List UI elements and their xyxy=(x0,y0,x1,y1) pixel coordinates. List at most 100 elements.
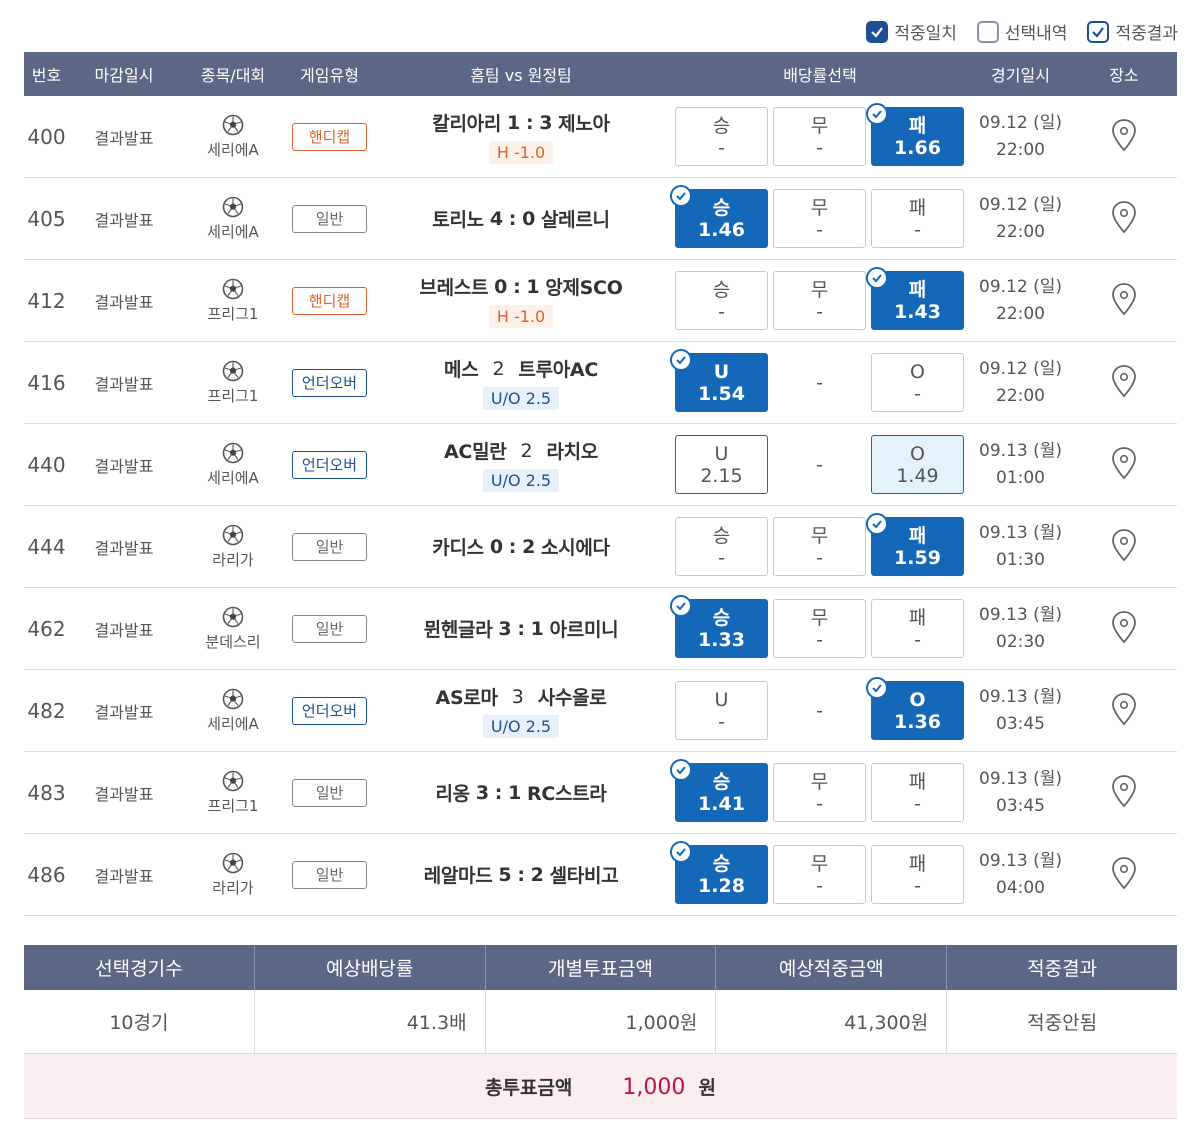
place-cell xyxy=(1071,364,1177,402)
type-cell: 일반 xyxy=(287,778,372,807)
odds-label: 패 xyxy=(908,606,927,629)
odds-button[interactable]: 패 1.59 xyxy=(866,513,964,576)
location-pin-icon[interactable] xyxy=(1111,364,1137,402)
home-score: 3 xyxy=(498,617,512,640)
away-score: 2 xyxy=(530,863,544,886)
odds-button[interactable]: 승 1.41 xyxy=(670,759,768,822)
odds-button[interactable]: 패- xyxy=(871,599,964,658)
legend-selection[interactable]: 선택내역 xyxy=(976,19,1067,44)
total-value: 1,000 xyxy=(622,1074,686,1100)
odds-value: 1.54 xyxy=(698,382,745,405)
odds-button[interactable]: O- xyxy=(871,353,964,412)
location-pin-icon[interactable] xyxy=(1111,856,1137,894)
location-pin-icon[interactable] xyxy=(1111,282,1137,320)
odds-button[interactable]: 승 1.46 xyxy=(670,185,768,248)
soccer-ball-icon xyxy=(222,688,244,710)
odds-value: - xyxy=(914,628,921,651)
location-pin-icon[interactable] xyxy=(1111,692,1137,730)
table-row: 412 결과발표 프리그1 핸디캡 브레스트 0:1 앙제SCO H -1.0 승 - 무 - 패 1.4… xyxy=(24,260,1177,342)
location-pin-icon[interactable] xyxy=(1111,446,1137,484)
odds-button[interactable]: 무- xyxy=(773,845,866,904)
odds-value: 1.43 xyxy=(894,300,941,323)
location-pin-icon[interactable] xyxy=(1111,774,1137,812)
type-cell: 언더오버 xyxy=(287,696,372,725)
location-pin-icon[interactable] xyxy=(1111,200,1137,238)
home-team: 메스 xyxy=(444,359,479,381)
game-type-badge: 언더오버 xyxy=(292,696,367,725)
match-line: 칼리아리 1:3 제노아 xyxy=(432,109,610,136)
checkbox-outline-icon[interactable] xyxy=(1087,20,1110,43)
odds-button[interactable]: 승 1.33 xyxy=(670,595,768,658)
odds-button[interactable]: 패- xyxy=(871,763,964,822)
odds-label: U xyxy=(714,442,729,465)
odds-button[interactable]: 무- xyxy=(773,763,866,822)
legend-hit-match[interactable]: 적중일치 xyxy=(866,19,957,44)
soccer-ball-icon xyxy=(222,770,244,792)
check-circle-icon xyxy=(670,349,692,371)
odds-button[interactable]: 승- xyxy=(675,271,768,330)
match-date: 09.12 (일) xyxy=(979,112,1062,133)
odds-button[interactable]: U 1.54 xyxy=(670,349,768,412)
game-number: 405 xyxy=(27,206,66,231)
odds-value: - xyxy=(914,874,921,897)
odds-label: 승 xyxy=(712,278,731,301)
match-date: 09.13 (월) xyxy=(979,522,1062,543)
odds-button[interactable]: 패- xyxy=(871,189,964,248)
odds-button[interactable]: 승 1.28 xyxy=(670,841,768,904)
odds-value: 1.66 xyxy=(894,136,941,159)
odds-button[interactable]: 패 1.66 xyxy=(866,103,964,166)
location-pin-icon[interactable] xyxy=(1111,118,1137,156)
away-score: 0 xyxy=(522,207,535,230)
match-cell: AC밀란 2 라치오 U/O 2.5 xyxy=(372,437,670,492)
odds-value: 1.28 xyxy=(698,874,745,897)
match-cell: 뮌헨글라 3:1 아르미니 xyxy=(372,615,670,642)
odds-value: - xyxy=(816,136,823,159)
odds-label: 무 xyxy=(810,524,829,547)
odds-label: 무 xyxy=(810,278,829,301)
odds-button[interactable]: U- xyxy=(675,681,768,740)
type-cell: 일반 xyxy=(287,860,372,889)
odds-button[interactable]: 승- xyxy=(675,107,768,166)
check-circle-icon xyxy=(670,595,692,617)
checkbox-unchecked-icon[interactable] xyxy=(976,20,999,43)
match-line: AC밀란 2 라치오 xyxy=(444,437,598,464)
check-circle-icon xyxy=(866,267,888,289)
odds-button[interactable]: 무- xyxy=(773,189,866,248)
odds-button[interactable]: 승- xyxy=(675,517,768,576)
odds-button[interactable]: 무- xyxy=(773,271,866,330)
odds-button[interactable]: 패 1.43 xyxy=(866,267,964,330)
odds-button[interactable]: 무- xyxy=(773,517,866,576)
match-datetime: 09.12 (일) 22:00 xyxy=(970,110,1071,164)
odds-value: - xyxy=(914,382,921,405)
odds-button[interactable]: O 1.36 xyxy=(866,677,964,740)
odds-value: - xyxy=(914,792,921,815)
odds-button[interactable]: U 2.15 xyxy=(675,435,768,494)
checkbox-checked-icon[interactable] xyxy=(866,20,889,43)
match-time: 02:30 xyxy=(996,631,1045,652)
type-cell: 일반 xyxy=(287,614,372,643)
odds-value: 1.41 xyxy=(698,792,745,815)
odds-button[interactable]: O 1.49 xyxy=(871,435,964,494)
location-pin-icon[interactable] xyxy=(1111,610,1137,648)
league-name: 라리가 xyxy=(212,550,254,569)
away-score: 2 xyxy=(522,535,535,558)
league-cell: 라리가 xyxy=(179,524,287,570)
away-score: 1 xyxy=(526,275,540,298)
legend-hit-result[interactable]: 적중결과 xyxy=(1087,19,1178,44)
league-name: 프리그1 xyxy=(207,386,259,405)
odds-label: 패 xyxy=(908,278,927,301)
home-score: 0 xyxy=(494,275,508,298)
summary-table: 선택경기수 예상배당률 개별투표금액 예상적중금액 적중결과 10경기 41.3… xyxy=(24,945,1177,1119)
home-team: AS로마 xyxy=(435,687,498,709)
odds-button[interactable]: 패- xyxy=(871,845,964,904)
total-unit: 원 xyxy=(698,1076,716,1099)
home-score: 3 xyxy=(475,781,489,804)
odds-value: 1.33 xyxy=(698,628,745,651)
odds-button[interactable]: 무- xyxy=(773,599,866,658)
location-pin-icon[interactable] xyxy=(1111,528,1137,566)
summary-header-result: 적중결과 xyxy=(1027,958,1098,980)
odds-button[interactable]: 무- xyxy=(773,107,866,166)
odds-label: 패 xyxy=(908,770,927,793)
home-team: 레알마드 xyxy=(423,865,493,887)
place-cell xyxy=(1071,446,1177,484)
